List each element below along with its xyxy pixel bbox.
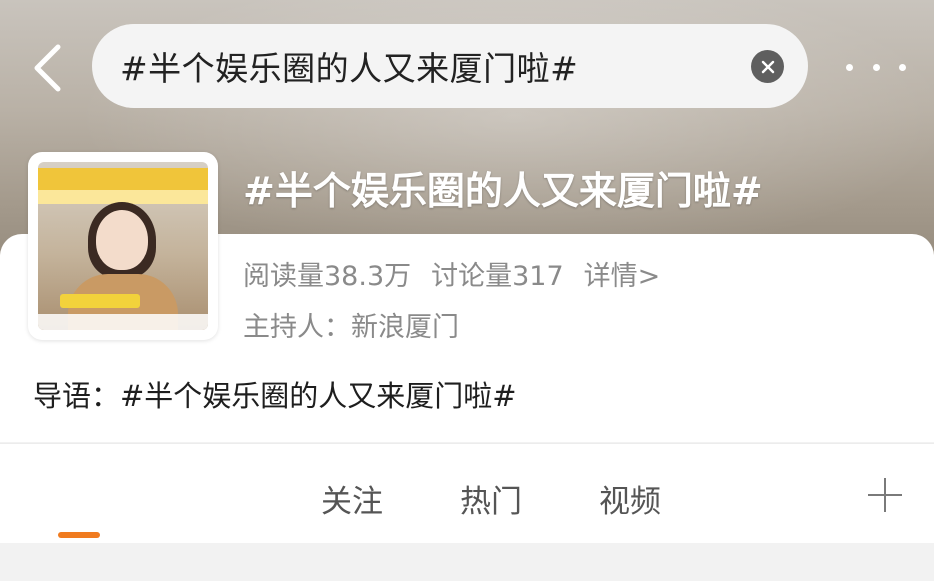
- feed-tab-bar: 关注 热门 视频: [0, 443, 934, 543]
- topic-title: #半个娱乐圈的人又来厦门啦#: [243, 169, 763, 213]
- discussion-count: 讨论量317: [431, 261, 564, 292]
- tab-video[interactable]: 视频: [599, 476, 661, 521]
- topic-stats: 阅读量38.3万 讨论量317 详情>: [243, 254, 660, 293]
- clear-icon: [761, 60, 774, 73]
- more-options-button[interactable]: [846, 52, 906, 82]
- back-button[interactable]: [22, 40, 72, 96]
- topic-cover-image[interactable]: [28, 152, 218, 340]
- chevron-left-icon: [34, 44, 61, 92]
- more-dot-icon: [899, 63, 906, 71]
- more-dot-icon: [846, 63, 853, 71]
- search-bar[interactable]: #半个娱乐圈的人又来厦门啦#: [92, 24, 808, 108]
- add-tab-button[interactable]: [864, 474, 906, 516]
- cover-footer: [38, 314, 208, 330]
- topic-host: 主持人：新浪厦门: [243, 312, 459, 343]
- cover-face: [96, 210, 148, 270]
- tab-hot[interactable]: 热门: [460, 476, 522, 521]
- more-dot-icon: [872, 63, 880, 71]
- search-query-text: #半个娱乐圈的人又来厦门啦#: [120, 49, 579, 88]
- cover-photo: [38, 162, 208, 330]
- cover-banner: [38, 168, 208, 190]
- read-count: 阅读量38.3万: [243, 261, 412, 292]
- cover-tag: [60, 294, 140, 308]
- clear-search-button[interactable]: [751, 50, 784, 83]
- active-tab-indicator: [58, 532, 100, 538]
- tab-follow[interactable]: 关注: [321, 476, 383, 521]
- topic-intro: 导语：#半个娱乐圈的人又来厦门啦#: [33, 379, 517, 413]
- details-link[interactable]: 详情>: [584, 254, 661, 293]
